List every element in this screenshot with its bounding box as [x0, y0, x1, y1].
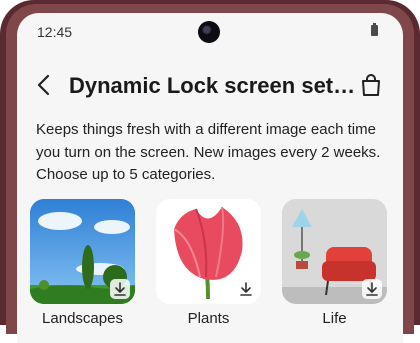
category-plants[interactable]: Plants [156, 199, 261, 327]
download-icon[interactable] [236, 279, 256, 299]
download-icon[interactable] [362, 279, 382, 299]
plants-thumbnail [156, 199, 261, 304]
shopping-bag-icon [362, 74, 380, 96]
category-life[interactable]: Life [282, 199, 387, 327]
phone-screen: 12:45 Dynamic Lock screen settin... Keep… [17, 13, 403, 343]
back-button[interactable] [31, 70, 57, 100]
life-thumbnail [282, 199, 387, 304]
landscapes-thumbnail [30, 199, 135, 304]
download-icon[interactable] [110, 279, 130, 299]
battery-icon [371, 23, 378, 36]
description: Keeps things fresh with a different imag… [36, 121, 381, 183]
front-camera [198, 21, 220, 43]
chevron-left-icon [37, 74, 50, 96]
category-label: Life [322, 310, 347, 327]
category-label: Landscapes [42, 310, 123, 327]
store-button[interactable] [357, 71, 385, 99]
status-time: 12:45 [37, 24, 73, 40]
category-landscapes[interactable]: Landscapes [30, 199, 135, 327]
category-label: Plants [187, 310, 230, 327]
page-title: Dynamic Lock screen settin... [69, 73, 357, 98]
